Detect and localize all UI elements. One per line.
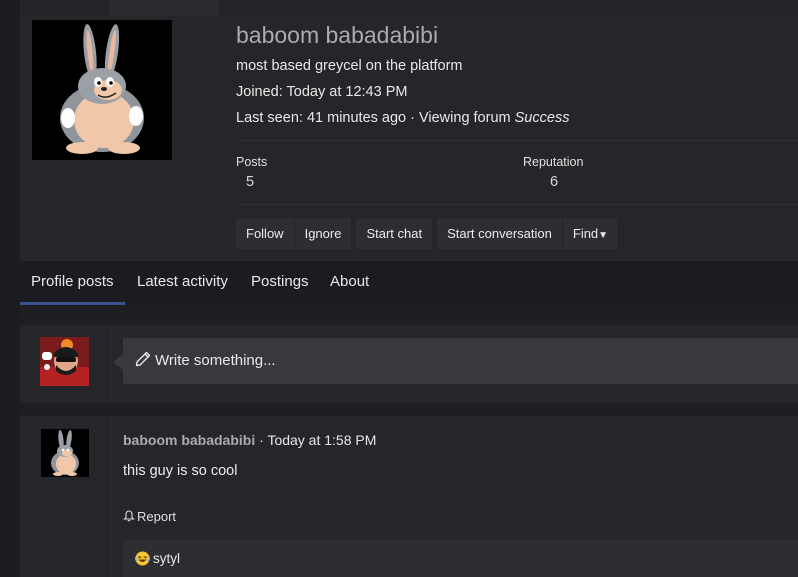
tab-latest-activity[interactable]: Latest activity	[137, 273, 228, 290]
tab-about[interactable]: About	[330, 273, 369, 290]
start-chat-button[interactable]: Start chat	[356, 218, 434, 249]
joined-value[interactable]: Today at 12:43 PM	[287, 84, 408, 100]
stat-posts-value[interactable]: 5	[246, 174, 254, 190]
last-seen-label: Last seen:	[236, 110, 303, 126]
write-something-placeholder: Write something...	[155, 352, 276, 369]
laughing-emoji-icon	[134, 551, 151, 569]
big-chungus-avatar-icon[interactable]	[41, 429, 89, 477]
report-label: Report	[137, 509, 177, 524]
profile-username: baboom babadabibi	[236, 22, 439, 48]
write-something-input[interactable]: Write something...	[123, 338, 798, 384]
start-conversation-button[interactable]: Start conversation	[437, 218, 563, 249]
tab-profile-posts[interactable]: Profile posts	[31, 273, 114, 290]
post-header: baboom babadabibi · Today at 1:58 PM	[123, 432, 376, 448]
profile-post: baboom babadabibi · Today at 1:58 PM thi…	[20, 416, 798, 577]
stat-reputation-label: Reputation	[523, 155, 584, 169]
compose-notch	[113, 354, 123, 370]
profile-tabs: Profile posts Latest activity Postings A…	[20, 261, 798, 305]
bell-icon	[123, 510, 135, 522]
profile-user-title: most based greycel on the platform	[236, 58, 463, 74]
left-rail	[0, 0, 20, 577]
active-tab-indicator	[20, 302, 125, 305]
post-separator: ·	[259, 432, 264, 448]
current-user-avatar-icon[interactable]	[40, 337, 89, 386]
last-seen-value: 41 minutes ago · Viewing forum	[306, 110, 511, 126]
reaction-users[interactable]: sytyl	[153, 551, 180, 566]
find-dropdown-button[interactable]: Find▼	[562, 218, 620, 249]
caret-down-icon: ▼	[598, 230, 609, 241]
follow-button[interactable]: Follow	[236, 218, 295, 249]
divider	[236, 204, 798, 205]
top-bar	[0, 0, 798, 16]
find-label: Find	[572, 226, 599, 241]
divider	[236, 140, 798, 141]
last-seen-forum-link[interactable]: Success	[515, 110, 570, 126]
stat-posts-label: Posts	[236, 155, 268, 169]
profile-header: baboom babadabibi most based greycel on …	[20, 16, 798, 261]
stat-reputation-value[interactable]: 6	[550, 174, 558, 190]
post-avatar-cell	[20, 416, 111, 577]
pencil-icon	[135, 340, 151, 386]
post-author-link[interactable]: baboom babadabibi	[123, 432, 255, 448]
compose-avatar-cell	[20, 325, 111, 403]
profile-actions: Follow Ignore Start chat Start conversat…	[236, 218, 620, 249]
report-button[interactable]: Report	[123, 509, 176, 524]
profile-last-seen: Last seen: 41 minutes ago · Viewing foru…	[236, 110, 569, 126]
post-time[interactable]: Today at 1:58 PM	[267, 432, 376, 448]
ignore-button[interactable]: Ignore	[294, 218, 353, 249]
reaction-summary[interactable]: sytyl	[123, 540, 798, 577]
compose-box: Write something...	[20, 325, 798, 403]
big-chungus-avatar-icon[interactable]	[32, 20, 172, 160]
reaction-summary-text: sytyl	[134, 551, 180, 569]
tab-postings[interactable]: Postings	[251, 273, 309, 290]
top-bar-tab	[110, 0, 218, 16]
profile-joined: Joined: Today at 12:43 PM	[236, 84, 407, 100]
joined-label: Joined:	[236, 84, 283, 100]
post-body: this guy is so cool	[123, 463, 238, 479]
